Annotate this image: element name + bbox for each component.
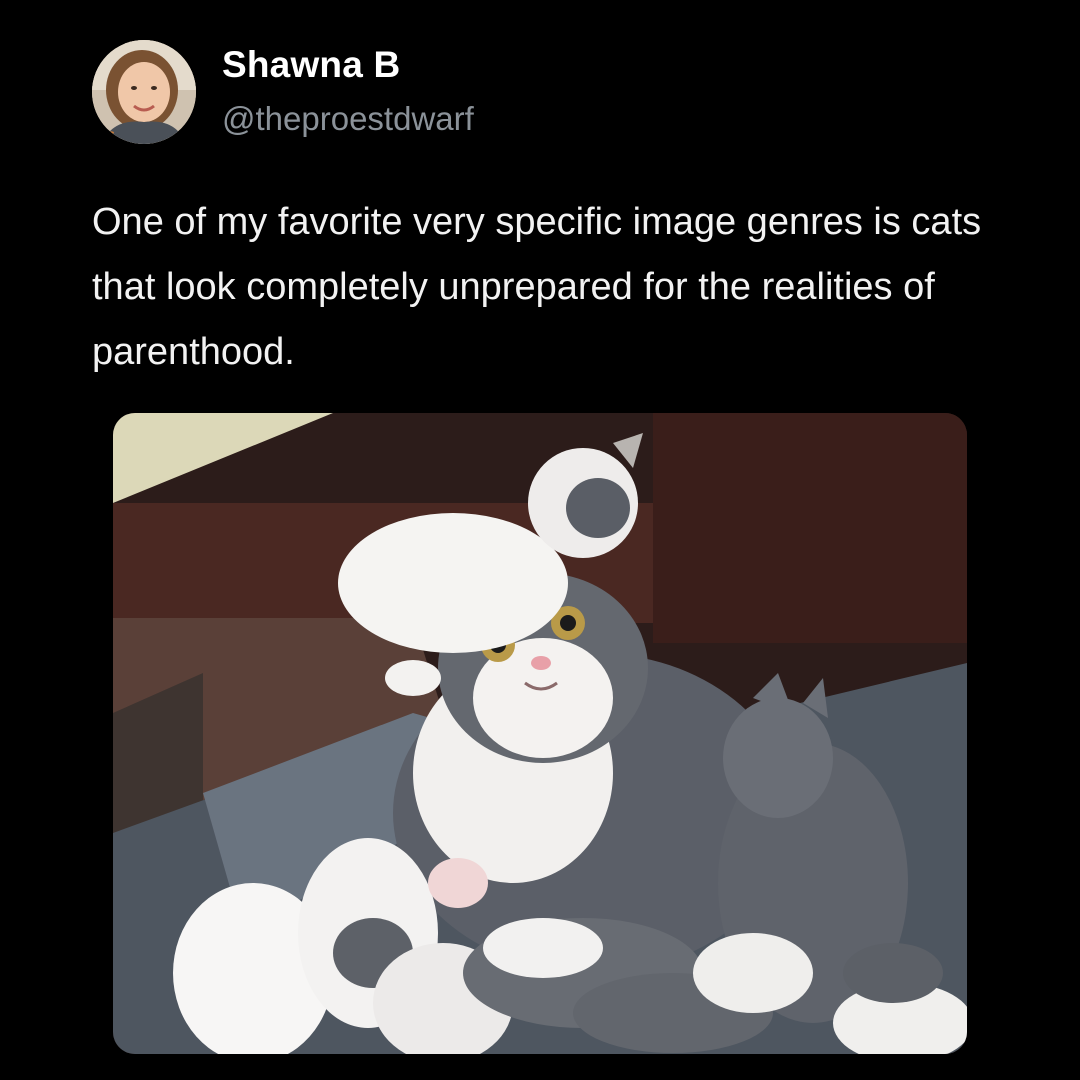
avatar[interactable]: [92, 40, 196, 144]
avatar-photo: [92, 40, 196, 144]
cat-photo: [113, 413, 967, 1054]
tweet-text: One of my favorite very specific image g…: [92, 201, 982, 373]
author-display-name[interactable]: Shawna B: [222, 44, 400, 86]
author-handle[interactable]: @theproestdwarf: [222, 100, 474, 138]
tweet-card: Shawna B @theproestdwarf One of my favor…: [0, 0, 1080, 1080]
tweet-media-image[interactable]: [113, 413, 967, 1054]
